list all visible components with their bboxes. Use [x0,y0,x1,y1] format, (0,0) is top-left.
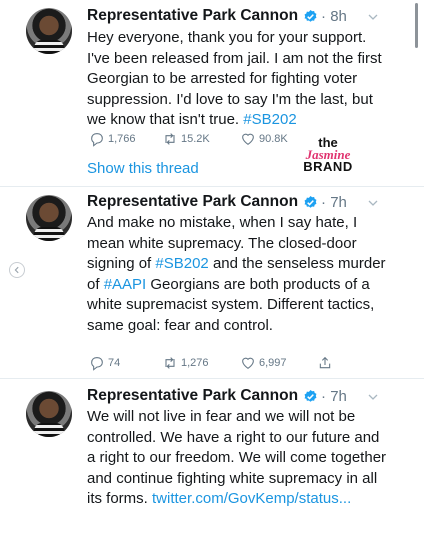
retweet-button[interactable]: 15.2K [162,131,210,147]
url-link[interactable]: twitter.com/GovKemp/status... [152,490,351,507]
heart-icon [242,357,254,369]
retweet-icon [165,133,175,145]
tweet-header: Representative Park Cannon · 7h [87,192,347,212]
reply-button[interactable]: 1,766 [89,131,136,147]
chevron-left-icon [14,266,19,274]
scrollbar[interactable] [415,3,418,48]
author-name[interactable]: Representative Park Cannon [87,7,298,25]
timestamp[interactable]: · 8h [321,8,347,25]
watermark-logo: the Jasmine BRAND [296,136,360,174]
timestamp[interactable]: · 7h [321,388,347,405]
retweet-icon [165,357,175,369]
hashtag-link[interactable]: #SB202 [155,255,208,272]
share-icon [319,356,331,369]
reply-count: 74 [108,357,121,369]
tweet-header: Representative Park Cannon · 7h [87,386,347,406]
heart-icon [242,133,254,145]
author-name[interactable]: Representative Park Cannon [87,387,298,405]
divider [0,378,424,379]
tweet-text: And make no mistake, when I say hate, I … [87,213,387,336]
like-count: 90.8K [259,133,288,145]
show-thread-link[interactable]: Show this thread [87,160,199,177]
chevron-down-icon[interactable] [368,392,378,402]
avatar[interactable] [26,8,72,54]
avatar[interactable] [26,195,72,241]
verified-badge-icon [304,9,317,22]
like-count: 6,997 [259,357,287,369]
verified-badge-icon [304,195,317,208]
carousel-back-button[interactable] [9,262,25,278]
retweet-button[interactable]: 1,276 [162,355,209,371]
reply-count: 1,766 [108,133,136,145]
tweet-header: Representative Park Cannon · 8h [87,6,347,26]
timestamp[interactable]: · 7h [321,194,347,211]
reply-icon [91,133,103,147]
chevron-down-icon[interactable] [368,12,378,22]
avatar[interactable] [26,391,72,437]
timestamp-value: 8h [330,7,347,25]
tweet-text-segment: Hey everyone, thank you for your support… [87,29,382,128]
tweet-text: Hey everyone, thank you for your support… [87,28,387,131]
reply-icon [91,357,103,371]
verified-badge-icon [304,389,317,402]
hashtag-link[interactable]: #AAPI [104,276,147,293]
hashtag-link[interactable]: #SB202 [243,111,296,128]
retweet-count: 1,276 [181,357,209,369]
divider [0,186,424,187]
timestamp-value: 7h [330,193,347,211]
timestamp-value: 7h [330,387,347,405]
watermark-line-3: BRAND [303,159,353,174]
retweet-count: 15.2K [181,133,210,145]
author-name[interactable]: Representative Park Cannon [87,193,298,211]
like-button[interactable]: 90.8K [240,131,288,147]
tweet-text: We will not live in fear and we will not… [87,407,387,510]
share-button[interactable] [317,355,336,371]
like-button[interactable]: 6,997 [240,355,287,371]
chevron-down-icon[interactable] [368,198,378,208]
reply-button[interactable]: 74 [89,355,120,371]
